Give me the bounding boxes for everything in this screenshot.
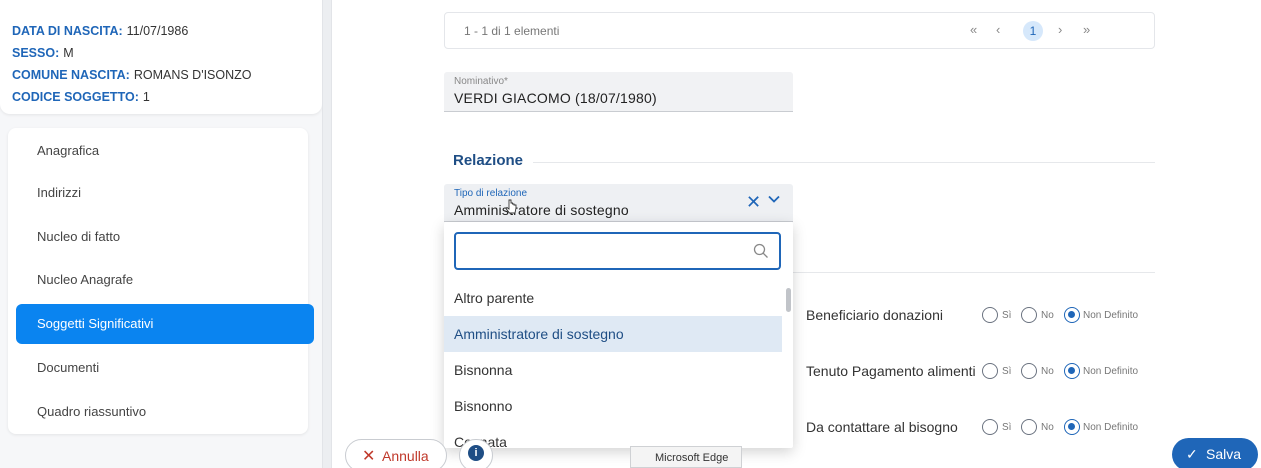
subject-code-label: CODICE SOGGETTO: — [12, 90, 139, 104]
contattare-no-label: No — [1041, 422, 1054, 433]
birth-place-label: COMUNE NASCITA: — [12, 68, 130, 82]
side-menu: Anagrafica Indirizzi Nucleo di fatto Nuc… — [8, 128, 314, 434]
close-icon: ✕ — [362, 448, 376, 465]
tipo-relazione-select[interactable]: Tipo di relazione Amministratore di sost… — [444, 184, 793, 222]
cancel-button-label: Annulla — [382, 448, 429, 464]
beneficiario-si-radio[interactable] — [982, 307, 998, 323]
menu-item-indirizzi[interactable]: Indirizzi — [16, 173, 314, 213]
menu-item-soggetti-significativi[interactable]: Soggetti Significativi — [16, 304, 314, 344]
nominativo-label: Nominativo* — [454, 76, 508, 87]
hand-cursor-icon — [505, 199, 517, 214]
birth-place-value: ROMANS D'ISONZO — [133, 68, 252, 82]
tenuto-si-label: Sì — [1002, 366, 1012, 377]
last-page-button[interactable]: » — [1083, 22, 1090, 37]
panel-splitter[interactable] — [322, 0, 332, 468]
dropdown-option[interactable]: Cognata — [444, 424, 782, 448]
beneficiario-no-radio[interactable] — [1021, 307, 1037, 323]
beneficiario-non-definito-radio[interactable] — [1064, 307, 1080, 323]
first-page-button[interactable]: « — [970, 22, 977, 37]
beneficiario-donazioni-label: Beneficiario donazioni — [806, 307, 943, 323]
tenuto-si-radio[interactable] — [982, 363, 998, 379]
browser-tooltip: Microsoft Edge — [630, 446, 742, 468]
beneficiario-no-label: No — [1041, 310, 1054, 321]
beneficiario-non-definito-label: Non Definito — [1083, 310, 1139, 321]
da-contattare-label: Da contattare al bisogno — [806, 419, 958, 435]
birth-date-row: DATA DI NASCITA: 11/07/1986 — [12, 20, 310, 42]
menu-item-documenti[interactable]: Documenti — [16, 348, 314, 388]
sex-value: M — [63, 46, 74, 60]
menu-item-nucleo-anagrafe[interactable]: Nucleo Anagrafe — [16, 260, 314, 300]
contattare-no-radio[interactable] — [1021, 419, 1037, 435]
menu-item-nucleo-di-fatto[interactable]: Nucleo di fatto — [16, 217, 314, 257]
subject-info-card: DATA DI NASCITA: 11/07/1986 SESSO: M COMUN… — [0, 0, 322, 114]
subject-code-row: CODICE SOGGETTO: 1 — [12, 86, 310, 108]
dropdown-option[interactable]: Bisnonno — [444, 388, 782, 424]
contattare-si-radio[interactable] — [982, 419, 998, 435]
tenuto-non-definito-label: Non Definito — [1083, 366, 1139, 377]
current-page[interactable]: 1 — [1023, 21, 1043, 41]
contattare-non-definito-label: Non Definito — [1083, 422, 1139, 433]
tenuto-pagamento-label: Tenuto Pagamento alimenti — [806, 363, 976, 379]
next-page-button[interactable]: › — [1058, 22, 1062, 37]
tenuto-no-radio[interactable] — [1021, 363, 1037, 379]
prev-page-button[interactable]: ‹ — [996, 22, 1000, 37]
section-divider — [533, 162, 1155, 163]
left-panel: DATA DI NASCITA: 11/07/1986 SESSO: M COMUN… — [0, 0, 322, 468]
chevron-down-icon[interactable] — [767, 192, 781, 206]
tipo-relazione-label: Tipo di relazione — [454, 188, 528, 199]
subject-code-value: 1 — [142, 90, 150, 104]
sex-label: SESSO: — [12, 46, 60, 60]
birth-date-label: DATA DI NASCITA: — [12, 24, 123, 38]
dropdown-option-selected[interactable]: Amministratore di sostegno — [444, 316, 782, 352]
contattare-non-definito-radio[interactable] — [1064, 419, 1080, 435]
birth-place-row: COMUNE NASCITA: ROMANS D'ISONZO — [12, 64, 310, 86]
tenuto-no-label: No — [1041, 366, 1054, 377]
dropdown-option[interactable]: Bisnonna — [444, 352, 782, 388]
birth-date-value: 11/07/1986 — [126, 24, 189, 38]
nominativo-field[interactable]: Nominativo* VERDI GIACOMO (18/07/1980) — [444, 72, 793, 112]
tenuto-non-definito-radio[interactable] — [1064, 363, 1080, 379]
contattare-si-label: Sì — [1002, 422, 1012, 433]
relation-dropdown: Altro parente Amministratore di sostegno… — [444, 222, 793, 448]
search-icon — [753, 243, 768, 258]
dropdown-option[interactable]: Altro parente — [444, 280, 782, 316]
sex-row: SESSO: M — [12, 42, 310, 64]
beneficiario-si-label: Sì — [1002, 310, 1012, 321]
relazione-section-title: Relazione — [453, 152, 524, 169]
tipo-relazione-value: Amministratore di sostegno — [454, 202, 629, 218]
menu-item-anagrafica[interactable]: Anagrafica — [16, 131, 314, 171]
clear-icon[interactable]: ✕ — [746, 192, 761, 213]
menu-item-quadro-riassuntivo[interactable]: Quadro riassuntivo — [16, 392, 314, 432]
paginator: 1 - 1 di 1 elementi « ‹ 1 › » — [444, 12, 1155, 49]
dropdown-search-input[interactable] — [454, 232, 781, 270]
save-button[interactable]: ✓ Salva — [1172, 438, 1258, 468]
dropdown-scroll-thumb[interactable] — [786, 288, 791, 312]
cancel-button[interactable]: ✕ Annulla — [345, 439, 447, 468]
nominativo-value: VERDI GIACOMO (18/07/1980) — [454, 90, 657, 106]
info-button[interactable]: i — [459, 439, 493, 468]
save-button-label: Salva — [1206, 446, 1242, 462]
section-divider-2 — [793, 272, 1155, 273]
check-icon: ✓ — [1186, 446, 1198, 462]
info-icon: i — [468, 445, 484, 461]
paginator-count: 1 - 1 di 1 elementi — [464, 24, 560, 38]
